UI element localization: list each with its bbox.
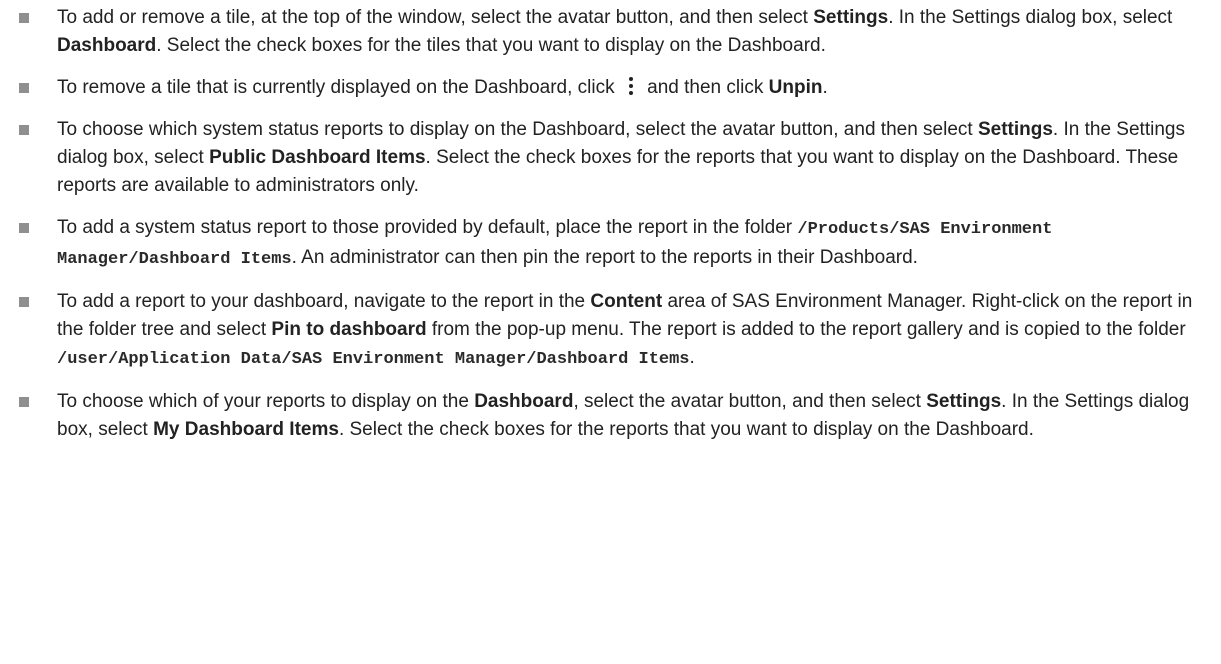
ui-term: Dashboard [57, 35, 157, 56]
list-item-text: . [822, 77, 828, 98]
ui-term: Dashboard [474, 391, 574, 412]
more-vertical-icon [626, 75, 636, 97]
instruction-list: To add or remove a tile, at the top of t… [0, 4, 1221, 458]
list-item: To add a system status report to those p… [0, 214, 1221, 274]
list-item-text: To add or remove a tile, at the top of t… [57, 7, 814, 28]
list-item: To add or remove a tile, at the top of t… [0, 4, 1221, 60]
square-bullet-icon [19, 297, 29, 307]
list-item: To choose which of your reports to displ… [0, 388, 1221, 444]
list-item-text: . In the Settings dialog box, select [888, 7, 1173, 28]
ui-term: Settings [977, 119, 1053, 140]
list-item: To remove a tile that is currently displ… [0, 74, 1221, 102]
list-item-text: To add a report to your dashboard, navig… [57, 291, 591, 312]
ui-term: Public Dashboard Items [209, 147, 426, 168]
square-bullet-icon [19, 223, 29, 233]
list-item-text: To choose which system status reports to… [57, 119, 978, 140]
list-item-text: and then click [641, 77, 769, 98]
list-item-text: . [689, 347, 695, 368]
list-item-text: To remove a tile that is currently displ… [57, 77, 620, 98]
square-bullet-icon [19, 13, 29, 23]
list-item-text: To choose which of your reports to displ… [57, 391, 475, 412]
list-item: To choose which system status reports to… [0, 116, 1221, 200]
square-bullet-icon [19, 83, 29, 93]
list-item: To add a report to your dashboard, navig… [0, 288, 1221, 374]
list-item-text: . Select the check boxes for the reports… [338, 419, 1034, 440]
ui-term: Pin to dashboard [271, 319, 427, 340]
square-bullet-icon [19, 397, 29, 407]
folder-path: /user/Application Data/SAS Environment M… [57, 350, 690, 369]
list-item-text: To add a system status report to those p… [57, 217, 798, 238]
ui-term: Unpin [768, 77, 823, 98]
square-bullet-icon [19, 125, 29, 135]
ui-term: Settings [926, 391, 1002, 412]
ui-term: My Dashboard Items [153, 419, 339, 440]
list-item-text: . Select the check boxes for the tiles t… [156, 35, 826, 56]
document-body: To add or remove a tile, at the top of t… [0, 0, 1221, 664]
ui-term: Settings [813, 7, 889, 28]
list-item-text: from the pop-up menu. The report is adde… [426, 319, 1186, 340]
list-item-text: . An administrator can then pin the repo… [291, 247, 918, 268]
list-item-text: , select the avatar button, and then sel… [573, 391, 927, 412]
ui-term: Content [590, 291, 663, 312]
